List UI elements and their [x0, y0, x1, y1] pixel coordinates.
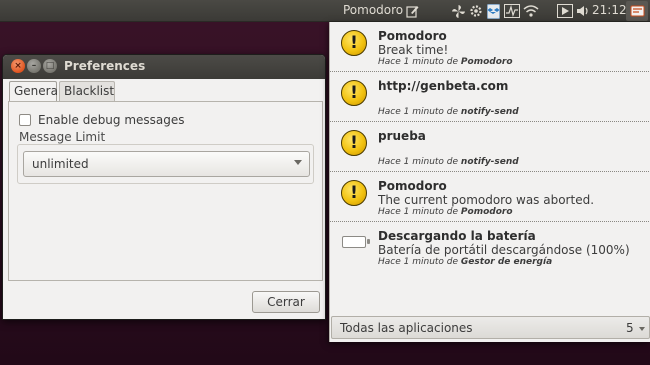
warning-icon: ! [341, 30, 367, 56]
notification-item[interactable]: Descargando la batería Batería de portát… [330, 222, 650, 272]
battery-icon [342, 236, 370, 248]
notification-meta: Hace 1 minuto de Gestor de energía [378, 257, 553, 267]
tab-general[interactable]: General [9, 81, 61, 103]
window-titlebar[interactable]: × – □ Preferences [3, 55, 325, 79]
notification-item[interactable]: ! prueba Hace 1 minuto de notify-send [330, 122, 650, 172]
notification-body: Batería de portátil descargándose (100%) [378, 243, 630, 257]
notification-title: Descargando la batería [378, 229, 536, 243]
notification-title: Pomodoro [378, 29, 447, 43]
notification-meta: Hace 1 minuto de notify-send [378, 107, 519, 117]
app-filter-select[interactable]: Todas las aplicaciones 5 [331, 316, 650, 339]
preferences-window: × – □ Preferences General Blacklist Enab… [2, 54, 326, 320]
notification-body: Break time! [378, 43, 449, 57]
general-tab-panel: Enable debug messages Message Limit unli… [8, 101, 323, 281]
warning-icon: ! [341, 130, 367, 156]
warning-icon: ! [341, 80, 367, 106]
notifications-panel: ! Pomodoro Break time! Hace 1 minuto de … [329, 22, 650, 342]
pinwheel-icon[interactable] [450, 3, 466, 19]
tab-blacklist[interactable]: Blacklist [59, 81, 115, 102]
volume-icon[interactable] [575, 3, 591, 19]
notification-title: Pomodoro [378, 179, 447, 193]
top-panel: Pomodoro 21:12 [0, 0, 650, 22]
debug-messages-option[interactable]: Enable debug messages [19, 113, 185, 127]
notification-item[interactable]: ! Pomodoro The current pomodoro was abor… [330, 172, 650, 222]
dropbox-icon[interactable] [485, 3, 501, 19]
notification-meta: Hace 1 minuto de Pomodoro [378, 207, 513, 217]
debug-messages-checkbox[interactable] [19, 114, 31, 126]
notification-item[interactable]: ! http://genbeta.com Hace 1 minuto de no… [330, 72, 650, 122]
window-title: Preferences [64, 59, 146, 73]
panel-app-title[interactable]: Pomodoro [343, 3, 403, 17]
notification-body: The current pomodoro was aborted. [378, 193, 595, 207]
notification-title: prueba [378, 129, 426, 143]
minimize-icon[interactable]: – [27, 59, 41, 73]
warning-icon: ! [341, 180, 367, 206]
close-button[interactable]: Cerrar [252, 291, 320, 313]
notification-meta: Hace 1 minuto de Pomodoro [378, 57, 513, 67]
chevron-down-icon [294, 160, 302, 165]
notification-title: http://genbeta.com [378, 79, 509, 93]
media-icon[interactable] [557, 3, 573, 19]
close-icon[interactable]: × [11, 59, 25, 73]
notification-count: 5 [626, 321, 634, 335]
notification-meta: Hace 1 minuto de notify-send [378, 157, 519, 167]
message-limit-value: unlimited [32, 157, 89, 171]
system-monitor-icon[interactable] [504, 3, 520, 19]
debug-messages-label: Enable debug messages [38, 113, 185, 127]
notification-item[interactable]: ! Pomodoro Break time! Hace 1 minuto de … [330, 22, 650, 72]
panel-clock[interactable]: 21:12 [592, 3, 627, 17]
note-icon[interactable] [404, 3, 420, 19]
notifications-icon[interactable] [626, 1, 648, 21]
wifi-icon[interactable] [523, 3, 539, 19]
chevron-down-icon [639, 327, 645, 331]
gear-icon[interactable] [468, 3, 484, 19]
message-limit-group: unlimited [17, 144, 314, 184]
app-filter-label: Todas las aplicaciones [340, 321, 473, 335]
message-limit-select[interactable]: unlimited [23, 151, 310, 177]
message-limit-label: Message Limit [19, 130, 106, 144]
maximize-icon[interactable]: □ [43, 59, 57, 73]
